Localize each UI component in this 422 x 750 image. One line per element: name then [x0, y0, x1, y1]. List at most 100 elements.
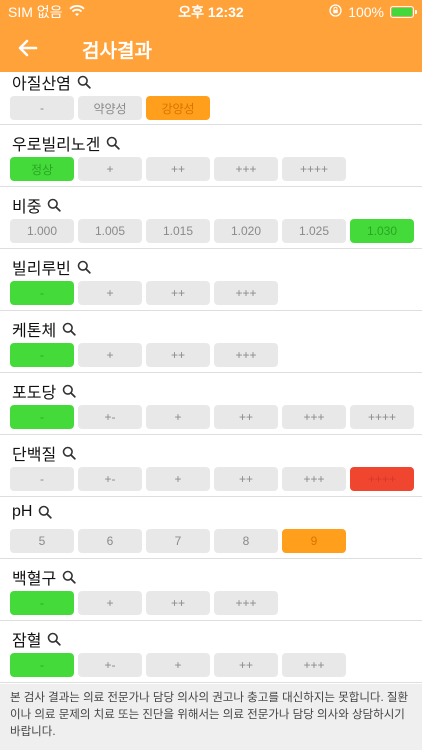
section-title[interactable]: 케톤체: [12, 317, 76, 341]
option-button[interactable]: -: [10, 653, 74, 677]
result-section: 백혈구 - + ++ +++: [0, 559, 422, 621]
option-button[interactable]: +++: [214, 591, 278, 615]
option-button[interactable]: +++: [214, 343, 278, 367]
option-group: - +- + ++ +++ ++++: [10, 405, 414, 429]
option-button[interactable]: ++++: [350, 467, 414, 491]
result-section: 단백질 - +- + ++ +++ ++++: [0, 435, 422, 497]
option-button[interactable]: 1.005: [78, 219, 142, 243]
option-button[interactable]: 1.030: [350, 219, 414, 243]
search-icon[interactable]: [38, 505, 53, 519]
result-section: 잠혈 - +- + ++ +++: [0, 621, 422, 683]
result-section: 포도당 - +- + ++ +++ ++++: [0, 373, 422, 435]
result-section: 비중 1.000 1.005 1.015 1.020 1.025 1.030: [0, 187, 422, 249]
battery-icon: [390, 6, 417, 18]
search-icon[interactable]: [62, 322, 76, 336]
option-button[interactable]: ++: [214, 653, 278, 677]
option-button[interactable]: +: [146, 467, 210, 491]
section-title[interactable]: 비중: [12, 193, 62, 217]
option-button[interactable]: +++: [282, 405, 346, 429]
search-icon[interactable]: [77, 75, 91, 89]
section-title-label: 포도당: [12, 385, 57, 402]
status-left: SIM 없음: [8, 2, 148, 22]
search-icon[interactable]: [62, 570, 76, 584]
option-button[interactable]: +++: [214, 281, 278, 305]
search-icon[interactable]: [106, 136, 121, 150]
result-section: 빌리루빈 - + ++ +++: [0, 249, 422, 311]
section-title[interactable]: 백혈구: [12, 565, 76, 589]
option-button[interactable]: ++: [146, 591, 210, 615]
option-button[interactable]: 9: [282, 529, 346, 553]
battery-percent: 100%: [348, 4, 384, 20]
option-button[interactable]: ++++: [282, 157, 346, 181]
option-button[interactable]: +: [78, 281, 142, 305]
option-button[interactable]: ++: [214, 467, 278, 491]
option-button[interactable]: +: [78, 591, 142, 615]
app-header: SIM 없음 오후 12:32 100% 검사결과: [0, 0, 422, 72]
option-button[interactable]: -: [10, 467, 74, 491]
option-button[interactable]: 7: [146, 529, 210, 553]
option-group: 정상 + ++ +++ ++++: [10, 157, 346, 181]
option-button[interactable]: 강양성: [146, 96, 210, 120]
section-title-label: pH: [12, 503, 33, 520]
search-icon[interactable]: [77, 260, 91, 274]
status-bar: SIM 없음 오후 12:32 100%: [0, 0, 422, 24]
option-button[interactable]: -: [10, 591, 74, 615]
option-button[interactable]: 1.025: [282, 219, 346, 243]
option-button[interactable]: 정상: [10, 157, 74, 181]
search-icon[interactable]: [47, 198, 62, 212]
option-group: - +- + ++ +++: [10, 653, 346, 677]
status-time: 오후 12:32: [178, 4, 244, 20]
option-button[interactable]: ++: [214, 405, 278, 429]
section-title[interactable]: 아질산염: [12, 72, 91, 94]
option-button[interactable]: 5: [10, 529, 74, 553]
option-button[interactable]: ++++: [350, 405, 414, 429]
option-button[interactable]: ++: [146, 157, 210, 181]
option-button[interactable]: +: [146, 653, 210, 677]
option-button[interactable]: +-: [78, 467, 142, 491]
option-button[interactable]: +++: [282, 653, 346, 677]
page-title: 검사결과: [82, 41, 152, 62]
option-button[interactable]: 6: [78, 529, 142, 553]
option-button[interactable]: +: [146, 405, 210, 429]
option-button[interactable]: 1.020: [214, 219, 278, 243]
option-button[interactable]: 1.015: [146, 219, 210, 243]
option-button[interactable]: +: [78, 343, 142, 367]
option-button[interactable]: -: [10, 343, 74, 367]
status-right: 100%: [274, 4, 417, 20]
section-title[interactable]: 빌리루빈: [12, 255, 91, 279]
option-button[interactable]: 1.000: [10, 219, 74, 243]
search-icon[interactable]: [62, 446, 76, 460]
option-button[interactable]: +: [78, 157, 142, 181]
option-button[interactable]: +-: [78, 653, 142, 677]
option-group: - + ++ +++: [10, 281, 278, 305]
section-title-label: 아질산염: [12, 76, 71, 93]
section-title-label: 빌리루빈: [12, 261, 71, 278]
option-button[interactable]: ++: [146, 343, 210, 367]
back-button[interactable]: [0, 24, 56, 72]
option-button[interactable]: +++: [282, 467, 346, 491]
option-group: - 약양성 강양성: [10, 96, 210, 120]
search-icon[interactable]: [62, 384, 76, 398]
section-title[interactable]: 잠혈: [12, 627, 62, 651]
nav-bar: 검사결과: [0, 24, 422, 72]
wifi-icon: [68, 4, 85, 20]
section-title[interactable]: 단백질: [12, 441, 76, 465]
section-title[interactable]: 포도당: [12, 379, 76, 403]
option-button[interactable]: -: [10, 281, 74, 305]
section-title-label: 백혈구: [12, 571, 57, 588]
option-button[interactable]: -: [10, 405, 74, 429]
option-group: - + ++ +++: [10, 591, 278, 615]
section-title[interactable]: pH: [12, 503, 53, 521]
option-button[interactable]: -: [10, 96, 74, 120]
option-button[interactable]: 8: [214, 529, 278, 553]
section-title-label: 단백질: [12, 447, 57, 464]
result-section: 우로빌리노겐 정상 + ++ +++ ++++: [0, 125, 422, 187]
option-button[interactable]: 약양성: [78, 96, 142, 120]
option-button[interactable]: +-: [78, 405, 142, 429]
section-title-label: 잠혈: [12, 633, 42, 650]
section-title-label: 비중: [12, 199, 42, 216]
search-icon[interactable]: [47, 632, 62, 646]
option-button[interactable]: +++: [214, 157, 278, 181]
section-title[interactable]: 우로빌리노겐: [12, 131, 121, 155]
option-button[interactable]: ++: [146, 281, 210, 305]
